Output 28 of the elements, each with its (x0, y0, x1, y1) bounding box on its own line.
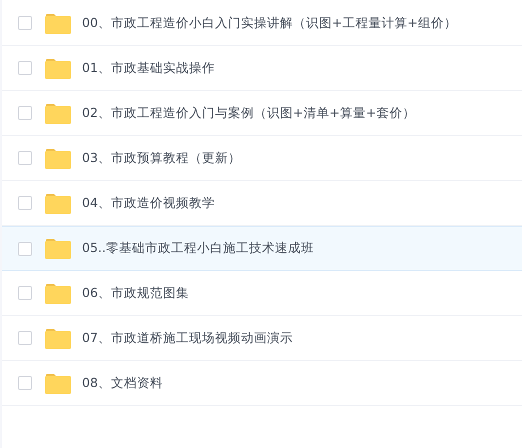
folder-name[interactable]: 08、文档资料 (82, 374, 163, 392)
folder-icon (45, 12, 71, 34)
folder-name[interactable]: 03、市政预算教程（更新） (82, 148, 241, 168)
checkbox[interactable] (18, 61, 32, 75)
folder-icon (45, 58, 71, 78)
folder-name[interactable]: 06、市政规范图集 (82, 284, 189, 302)
folder-icon (45, 238, 71, 259)
checkbox[interactable] (18, 151, 32, 165)
folder-name[interactable]: 05..零基础市政工程小白施工技术速成班 (82, 239, 314, 258)
folder-name[interactable]: 00、市政工程造价小白入门实操讲解（识图+工程量计算+组价） (82, 14, 457, 32)
folder-icon (45, 192, 71, 214)
checkbox[interactable] (18, 376, 32, 390)
folder-icon (45, 282, 71, 304)
file-row[interactable]: 05..零基础市政工程小白施工技术速成班 (2, 226, 522, 271)
folder-name[interactable]: 01、市政基础实战操作 (82, 58, 215, 78)
folder-name[interactable]: 02、市政工程造价入门与案例（识图+清单+算量+套价） (82, 104, 416, 122)
folder-name[interactable]: 04、市政造价视频教学 (82, 194, 215, 212)
folder-icon (45, 148, 71, 168)
checkbox[interactable] (18, 16, 32, 30)
folder-icon (45, 102, 71, 124)
checkbox[interactable] (18, 286, 32, 300)
checkbox[interactable] (18, 242, 32, 256)
folder-name[interactable]: 07、市政道桥施工现场视频动画演示 (82, 328, 293, 348)
checkbox[interactable] (18, 106, 32, 120)
checkbox[interactable] (18, 331, 32, 345)
folder-icon (45, 372, 71, 394)
checkbox[interactable] (18, 196, 32, 210)
folder-icon (45, 328, 71, 348)
